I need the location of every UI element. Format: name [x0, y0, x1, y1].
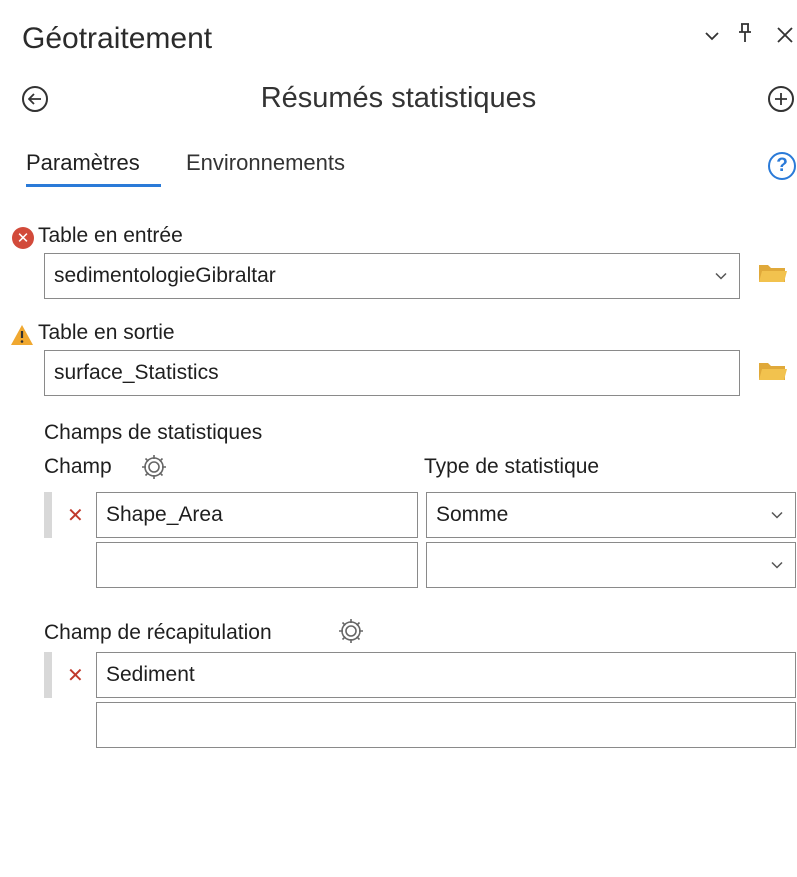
gear-icon[interactable] — [141, 454, 167, 485]
tab-environments[interactable]: Environnements — [186, 150, 345, 176]
gear-icon[interactable] — [338, 618, 364, 649]
help-icon[interactable]: ? — [768, 152, 796, 180]
warning-icon — [10, 324, 34, 351]
row-handle[interactable] — [44, 652, 52, 698]
browse-input-folder-icon[interactable] — [758, 262, 788, 289]
case-field-input[interactable]: Sediment — [96, 652, 796, 698]
output-table-input[interactable]: surface_Statistics — [44, 350, 740, 396]
case-field-value: Sediment — [106, 663, 195, 686]
chevron-down-icon — [771, 558, 783, 573]
chevron-down-icon — [715, 269, 727, 284]
statistics-field-value: Shape_Area — [106, 503, 223, 526]
remove-row-icon[interactable]: ✕ — [67, 663, 84, 688]
statistic-type-select-empty[interactable] — [426, 542, 796, 588]
output-table-label: Table en sortie — [38, 321, 175, 344]
statistics-field-input-empty[interactable] — [96, 542, 418, 588]
input-table-label: Table en entrée — [38, 224, 183, 247]
input-table-select[interactable]: sedimentologieGibraltar — [44, 253, 740, 299]
pane-title: Géotraitement — [22, 22, 213, 55]
active-tab-indicator — [26, 184, 161, 187]
pin-icon[interactable] — [737, 22, 753, 50]
statistics-fields-label: Champs de statistiques — [44, 421, 263, 444]
statistic-type-value: Somme — [436, 503, 509, 526]
case-field-label: Champ de récapitulation — [44, 621, 272, 644]
statistics-field-input[interactable]: Shape_Area — [96, 492, 418, 538]
plus-icon — [775, 93, 787, 105]
row-handle[interactable] — [44, 492, 52, 538]
statistic-type-select[interactable]: Somme — [426, 492, 796, 538]
chevron-down-icon — [771, 508, 783, 523]
add-button[interactable] — [768, 86, 794, 112]
remove-row-icon[interactable]: ✕ — [67, 503, 84, 528]
input-table-value: sedimentologieGibraltar — [54, 264, 276, 287]
chevron-down-icon[interactable] — [704, 24, 720, 50]
case-field-input-empty[interactable] — [96, 702, 796, 748]
browse-output-folder-icon[interactable] — [758, 360, 788, 387]
statistic-type-column-header: Type de statistique — [424, 455, 600, 478]
error-icon: ✕ — [12, 227, 34, 249]
field-column-header: Champ — [44, 455, 112, 478]
tab-parameters[interactable]: Paramètres — [26, 150, 140, 176]
output-table-value: surface_Statistics — [54, 361, 219, 384]
tool-title: Résumés statistiques — [260, 82, 537, 114]
geoprocessing-pane: Géotraitement Résumés statistiques Param… — [0, 0, 797, 877]
close-icon[interactable] — [775, 24, 797, 50]
